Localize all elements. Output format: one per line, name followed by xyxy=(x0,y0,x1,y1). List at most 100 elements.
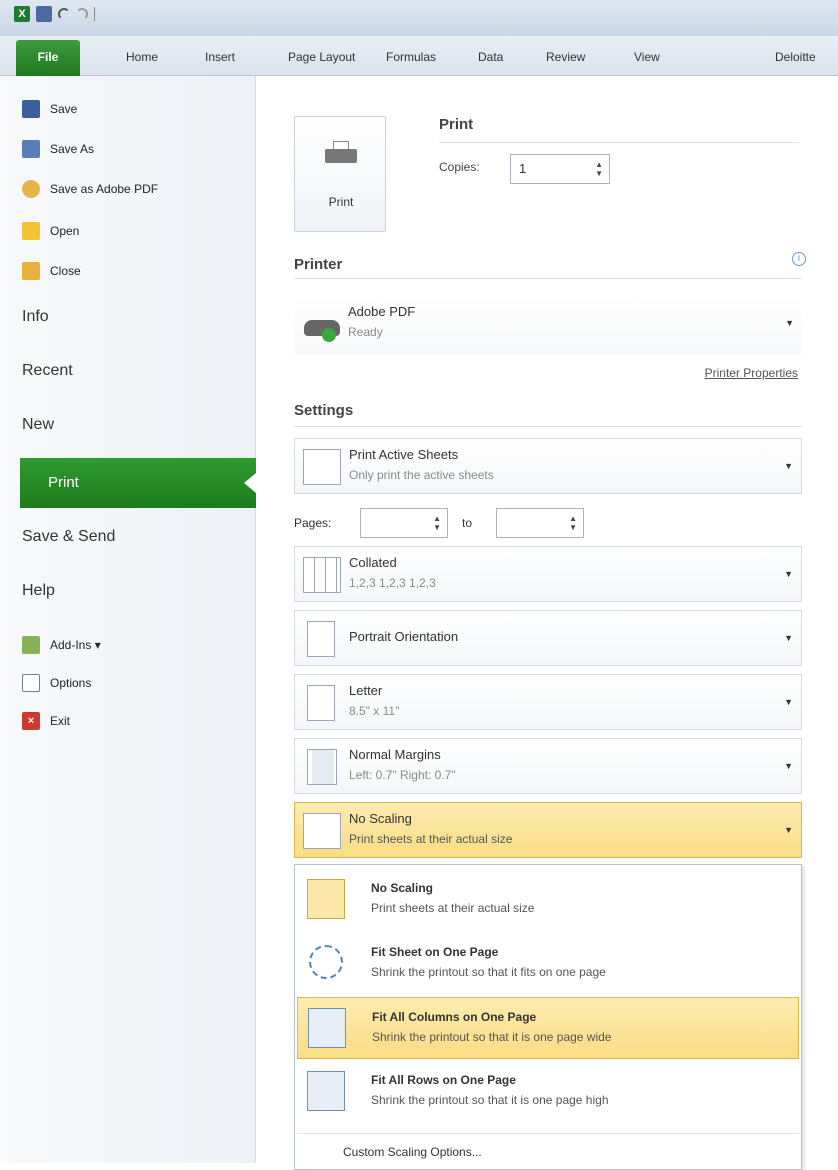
excel-app-icon[interactable]: X xyxy=(14,6,30,22)
save-command[interactable]: Save xyxy=(22,100,77,118)
save-as-command[interactable]: Save As xyxy=(22,140,94,158)
title-bar: X xyxy=(0,0,838,36)
sheets-icon xyxy=(303,449,341,485)
backstage-nav: Save Save As Save as Adobe PDF Open Clos… xyxy=(0,76,256,1163)
close-folder-icon xyxy=(22,262,40,280)
close-command[interactable]: Close xyxy=(22,262,81,280)
options-command[interactable]: Options xyxy=(22,674,91,692)
save-icon[interactable] xyxy=(36,6,52,22)
scaling-title: No Scaling xyxy=(349,811,412,826)
divider xyxy=(294,278,802,279)
divider xyxy=(439,142,799,143)
printer-icon xyxy=(325,141,357,169)
options-label: Options xyxy=(50,676,92,690)
printer-dropdown[interactable]: Adobe PDF Ready ▼ xyxy=(294,296,802,354)
tab-formulas[interactable]: Formulas xyxy=(386,50,436,64)
collation-dropdown[interactable]: Collated 1,2,3 1,2,3 1,2,3 ▼ xyxy=(294,546,802,602)
options-icon xyxy=(22,674,40,692)
copies-value: 1 xyxy=(519,161,527,176)
scaling-dropdown[interactable]: No Scaling Print sheets at their actual … xyxy=(294,802,802,858)
margins-dropdown[interactable]: Normal Margins Left: 0.7" Right: 0.7" ▼ xyxy=(294,738,802,794)
menu-item-title: Fit All Columns on One Page xyxy=(372,1010,537,1024)
printer-properties-link[interactable]: Printer Properties xyxy=(705,366,798,380)
tab-page-layout[interactable]: Page Layout xyxy=(288,50,355,64)
fit-columns-icon xyxy=(308,1008,346,1048)
pdf-printer-icon xyxy=(302,306,340,342)
menu-item-fit-sheet[interactable]: Fit Sheet on One Page Shrink the printou… xyxy=(297,933,799,995)
info-icon[interactable]: i xyxy=(792,252,806,266)
margins-sub: Left: 0.7" Right: 0.7" xyxy=(349,768,456,782)
tab-review[interactable]: Review xyxy=(546,50,585,64)
tab-home[interactable]: Home xyxy=(126,50,158,64)
copies-label: Copies: xyxy=(439,160,480,174)
exit-command[interactable]: × Exit xyxy=(22,712,70,730)
menu-item-sub: Print sheets at their actual size xyxy=(371,901,535,915)
save-label: Save xyxy=(50,102,78,116)
fit-rows-icon xyxy=(307,1071,345,1111)
paper-size-dropdown[interactable]: Letter 8.5" x 11" ▼ xyxy=(294,674,802,730)
nav-info[interactable]: Info xyxy=(22,308,49,326)
menu-item-no-scaling[interactable]: No Scaling Print sheets at their actual … xyxy=(297,869,799,931)
menu-item-fit-columns[interactable]: Fit All Columns on One Page Shrink the p… xyxy=(297,997,799,1059)
nav-help[interactable]: Help xyxy=(22,582,55,600)
paper-title: Letter xyxy=(349,683,383,698)
margins-title: Normal Margins xyxy=(349,747,441,762)
portrait-icon xyxy=(307,621,335,657)
menu-divider xyxy=(297,1133,799,1134)
copies-input[interactable]: 1 ▲ ▼ xyxy=(510,154,610,184)
save-as-pdf-command[interactable]: Save as Adobe PDF xyxy=(22,180,158,198)
pages-to-spinner[interactable]: ▲ ▼ xyxy=(569,514,577,532)
toolbar-separator xyxy=(94,7,95,21)
tab-insert[interactable]: Insert xyxy=(205,50,235,64)
open-label: Open xyxy=(50,224,80,238)
pages-from-input[interactable]: ▲ ▼ xyxy=(360,508,448,538)
no-scaling-icon xyxy=(307,879,345,919)
save-as-pdf-label: Save as Adobe PDF xyxy=(50,182,159,196)
nav-save-send[interactable]: Save & Send xyxy=(22,528,115,546)
orientation-dropdown[interactable]: Portrait Orientation ▼ xyxy=(294,610,802,666)
add-ins-command[interactable]: Add-Ins ▾ xyxy=(22,636,101,654)
scaling-icon xyxy=(303,813,341,849)
nav-recent[interactable]: Recent xyxy=(22,362,73,380)
tab-data[interactable]: Data xyxy=(478,50,503,64)
printer-name: Adobe PDF xyxy=(348,304,416,319)
scaling-menu: No Scaling Print sheets at their actual … xyxy=(294,864,802,1170)
undo-icon[interactable] xyxy=(58,8,70,20)
copies-spinner[interactable]: ▲ ▼ xyxy=(595,160,603,178)
print-button-label: Print xyxy=(328,195,354,209)
print-what-sub: Only print the active sheets xyxy=(349,468,494,482)
print-panel: Print Print Copies: 1 ▲ ▼ Printer i Adobe… xyxy=(256,76,838,1170)
menu-item-title: No Scaling xyxy=(371,881,434,895)
open-command[interactable]: Open xyxy=(22,222,79,240)
quick-access-toolbar: X xyxy=(14,6,95,22)
nav-print[interactable]: Print xyxy=(20,458,256,508)
add-ins-label: Add-Ins ▾ xyxy=(50,638,101,652)
dropdown-arrow-icon: ▼ xyxy=(784,569,793,579)
custom-scaling-options[interactable]: Custom Scaling Options... xyxy=(343,1145,482,1159)
open-folder-icon xyxy=(22,222,40,240)
dropdown-arrow-icon: ▼ xyxy=(784,761,793,771)
margins-icon xyxy=(307,749,337,785)
print-button[interactable]: Print xyxy=(294,116,386,232)
dropdown-arrow-icon: ▼ xyxy=(785,318,794,328)
pages-to-input[interactable]: ▲ ▼ xyxy=(496,508,584,538)
printer-status: Ready xyxy=(348,325,383,339)
redo-icon[interactable] xyxy=(76,8,88,20)
pages-from-spinner[interactable]: ▲ ▼ xyxy=(433,514,441,532)
menu-item-title: Fit Sheet on One Page xyxy=(371,945,499,959)
dropdown-arrow-icon: ▼ xyxy=(784,633,793,643)
tab-view[interactable]: View xyxy=(634,50,660,64)
collation-sub: 1,2,3 1,2,3 1,2,3 xyxy=(349,576,436,590)
collated-icon xyxy=(303,557,341,593)
divider xyxy=(294,426,802,427)
dropdown-arrow-icon: ▼ xyxy=(784,461,793,471)
paper-sub: 8.5" x 11" xyxy=(349,704,400,718)
tab-deloitte[interactable]: Deloitte xyxy=(775,50,816,64)
print-what-dropdown[interactable]: Print Active Sheets Only print the activ… xyxy=(294,438,802,494)
paper-icon xyxy=(307,685,335,721)
nav-new[interactable]: New xyxy=(22,416,54,434)
menu-item-sub: Shrink the printout so that it is one pa… xyxy=(371,1093,609,1107)
print-title: Print xyxy=(439,116,474,133)
menu-item-fit-rows[interactable]: Fit All Rows on One Page Shrink the prin… xyxy=(297,1061,799,1123)
tab-file[interactable]: File xyxy=(16,40,80,76)
